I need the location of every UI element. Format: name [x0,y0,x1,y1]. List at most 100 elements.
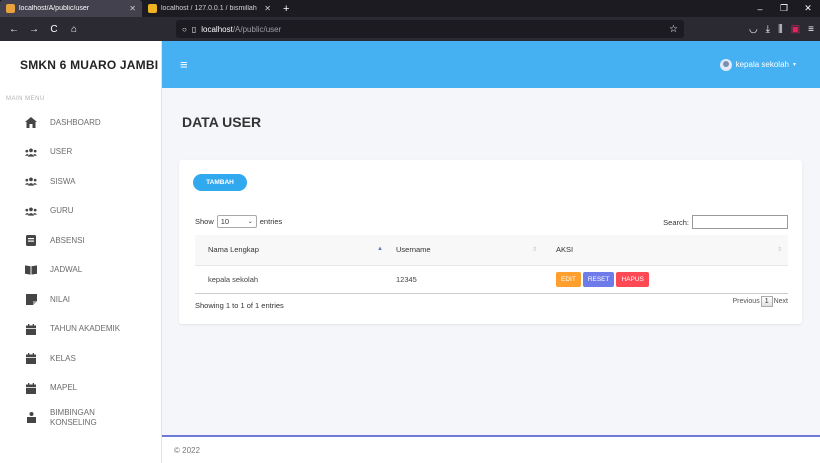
sort-icon: ⇕ [776,247,782,253]
tab-close-icon[interactable]: ✕ [264,4,271,13]
bookmark-star-icon[interactable]: ☆ [669,24,678,35]
calendar-icon [25,382,37,394]
browser-tab-bar: localhost/A/public/user ✕ localhost / 12… [0,0,820,17]
cell-nama: kepala sekolah [195,264,383,294]
users-icon [25,147,37,157]
home-icon[interactable]: ⌂ [66,24,82,35]
app-menu-icon[interactable]: ≡ [808,24,814,35]
pagination: Previous 1 Next [732,296,788,307]
sidebar-item-label: USER [50,147,73,157]
browser-tab-active[interactable]: localhost/A/public/user ✕ [0,0,142,17]
tab-title: localhost / 127.0.0.1 / bismillah [161,5,257,12]
sidebar-item-jadwal[interactable]: JADWAL [0,256,161,286]
sort-asc-icon: ▲ [377,246,383,252]
download-icon[interactable]: ⤓ [766,24,770,35]
new-tab-button[interactable]: + [277,0,295,17]
cell-username: 12345 [383,264,543,294]
browser-toolbar-right: ◡ ⤓ ⫼ ▣ ≡ [749,24,814,35]
browser-nav-bar: ← → C ⌂ ○ ▯ localhost/A/public/user ☆ ◡ … [0,17,820,41]
home-icon [25,117,37,129]
clipboard-icon [25,235,37,247]
column-header-username[interactable]: ▲ Username ⇕ [377,235,543,265]
minimize-icon[interactable]: – [748,4,772,14]
sidebar-item-dashboard[interactable]: DASHBOARD [0,108,161,138]
sidebar-item-label: TAHUN AKADEMIK [50,324,121,334]
url-bar[interactable]: ○ ▯ localhost/A/public/user ☆ [176,20,684,38]
page-1-button[interactable]: 1 [760,296,773,307]
table-info: Showing 1 to 1 of 1 entries [195,301,284,310]
brand-title[interactable]: SMKN 6 MUARO JAMBI [0,41,161,88]
phpmyadmin-favicon-icon [148,4,157,13]
calendar-icon [25,353,37,365]
sidebar-item-user[interactable]: USER [0,138,161,168]
page-title: DATA USER [182,114,262,130]
extension-icon[interactable]: ▣ [791,24,800,35]
note-icon [25,294,37,306]
app-header: ≡ kepala sekolah ▾ [162,41,820,88]
column-header-nama[interactable]: Nama Lengkap [195,235,383,265]
calendar-icon [25,323,37,335]
pocket-icon[interactable]: ◡ [749,24,758,35]
show-label: Show [195,217,214,226]
edit-button[interactable]: EDIT [556,271,581,287]
browser-tab-inactive[interactable]: localhost / 127.0.0.1 / bismillah ✕ [142,0,277,17]
entries-label: entries [259,217,283,226]
data-card: TAMBAH Show 10 ⌄ entries Search: Nama Le… [179,160,802,324]
column-header-aksi[interactable]: AKSI ⇕ [543,235,788,265]
entries-length-control: Show 10 ⌄ entries [195,215,282,228]
sidebar-item-label: BIMBINGAN KONSELING [50,407,97,427]
users-icon [25,206,37,216]
hamburger-menu-icon[interactable]: ≡ [180,57,188,72]
users-icon [25,177,37,187]
page-icon: ▯ [191,24,197,34]
sidebar-item-absensi[interactable]: ABSENSI [0,226,161,256]
tab-title: localhost/A/public/user [19,5,90,12]
library-icon[interactable]: ⫼ [778,24,783,35]
sidebar-item-mapel[interactable]: MAPEL [0,374,161,404]
window-controls: – ❐ ✕ [748,0,820,17]
sidebar-item-label: ABSENSI [50,235,85,245]
book-icon [25,265,37,275]
sidebar: SMKN 6 MUARO JAMBI MAIN MENU DASHBOARD U… [0,41,162,463]
entries-select[interactable]: 10 ⌄ [216,215,257,228]
table-row: kepala sekolah 12345 EDIT RESET HAPUS [195,264,788,294]
search-control: Search: [663,215,788,229]
sidebar-item-tahun-akademik[interactable]: TAHUN AKADEMIK [0,315,161,345]
user-table: Nama Lengkap ▲ Username ⇕ AKSI ⇕ kepala sek… [195,235,788,294]
footer: © 2022 [162,435,820,463]
user-name: kepala sekolah [735,60,789,69]
url-host: localhost [201,24,233,34]
url-path: /A/public/user [232,24,282,34]
back-icon[interactable]: ← [6,24,22,35]
footer-copyright: © 2022 [174,445,200,455]
next-button[interactable]: Next [774,298,788,305]
sidebar-item-label: JADWAL [50,265,83,275]
person-board-icon [25,412,37,424]
caret-down-icon: ▾ [792,62,796,68]
sidebar-item-guru[interactable]: GURU [0,197,161,227]
close-window-icon[interactable]: ✕ [796,3,820,14]
delete-button[interactable]: HAPUS [616,271,649,287]
tab-favicon-icon [6,4,15,13]
sidebar-item-label: GURU [50,206,74,216]
maximize-icon[interactable]: ❐ [772,3,796,14]
chevron-down-icon: ⌄ [247,219,253,225]
forward-icon[interactable]: → [26,24,42,35]
cell-actions: EDIT RESET HAPUS [543,264,788,294]
tab-close-icon[interactable]: ✕ [129,4,136,13]
previous-button[interactable]: Previous [732,298,759,305]
sidebar-item-label: KELAS [50,353,76,363]
add-user-button[interactable]: TAMBAH [193,174,247,191]
sidebar-item-bimbingan-konseling[interactable]: BIMBINGAN KONSELING [0,403,161,433]
sidebar-item-kelas[interactable]: KELAS [0,344,161,374]
sidebar-item-label: NILAI [50,294,71,304]
search-label: Search: [663,217,689,227]
sidebar-item-label: DASHBOARD [50,117,101,127]
search-input[interactable] [692,215,788,229]
reset-button[interactable]: RESET [582,271,615,287]
reload-icon[interactable]: C [46,24,62,35]
user-menu[interactable]: kepala sekolah ▾ [719,58,796,71]
sidebar-item-nilai[interactable]: NILAI [0,285,161,315]
sidebar-item-siswa[interactable]: SISWA [0,167,161,197]
sort-icon: ⇕ [531,247,537,253]
